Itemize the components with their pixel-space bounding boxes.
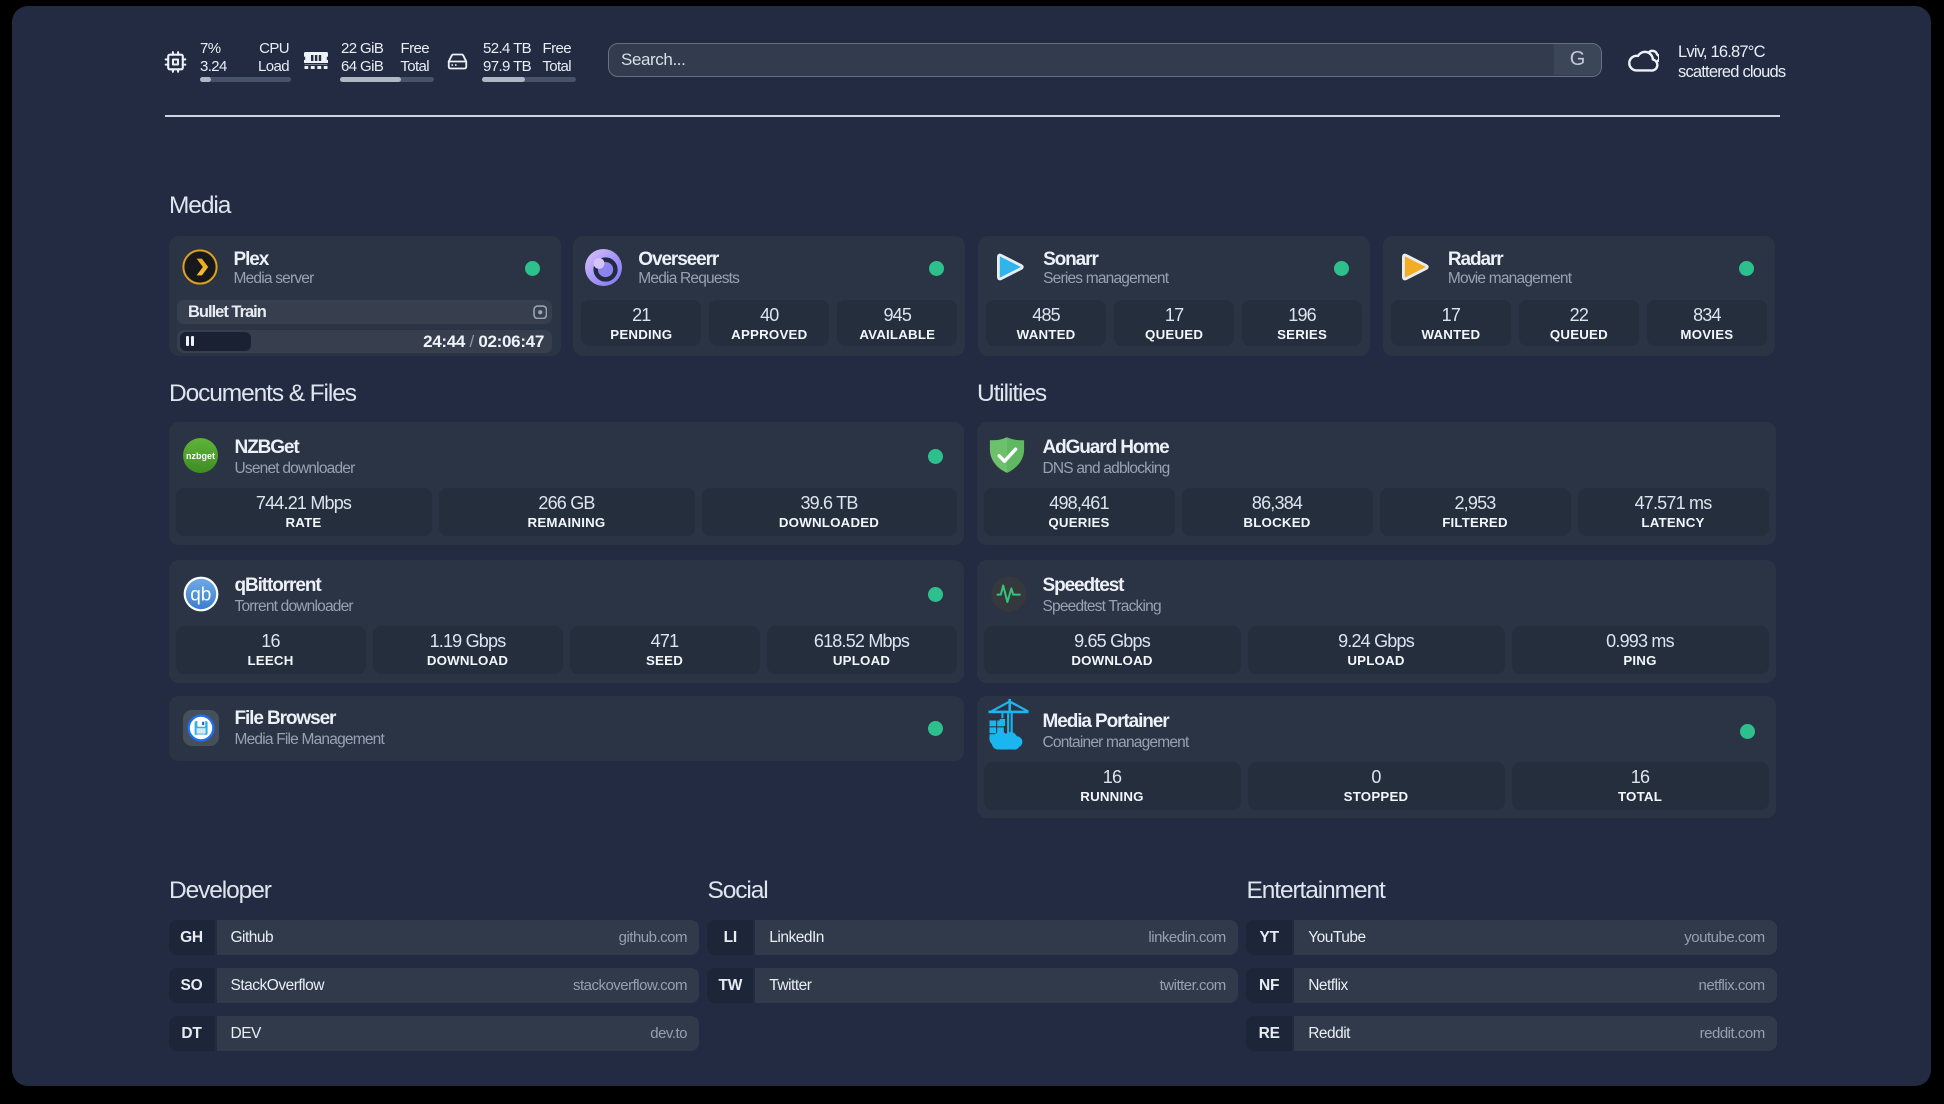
svg-text:qb: qb: [190, 584, 211, 605]
svg-text:nzbget: nzbget: [186, 451, 215, 461]
